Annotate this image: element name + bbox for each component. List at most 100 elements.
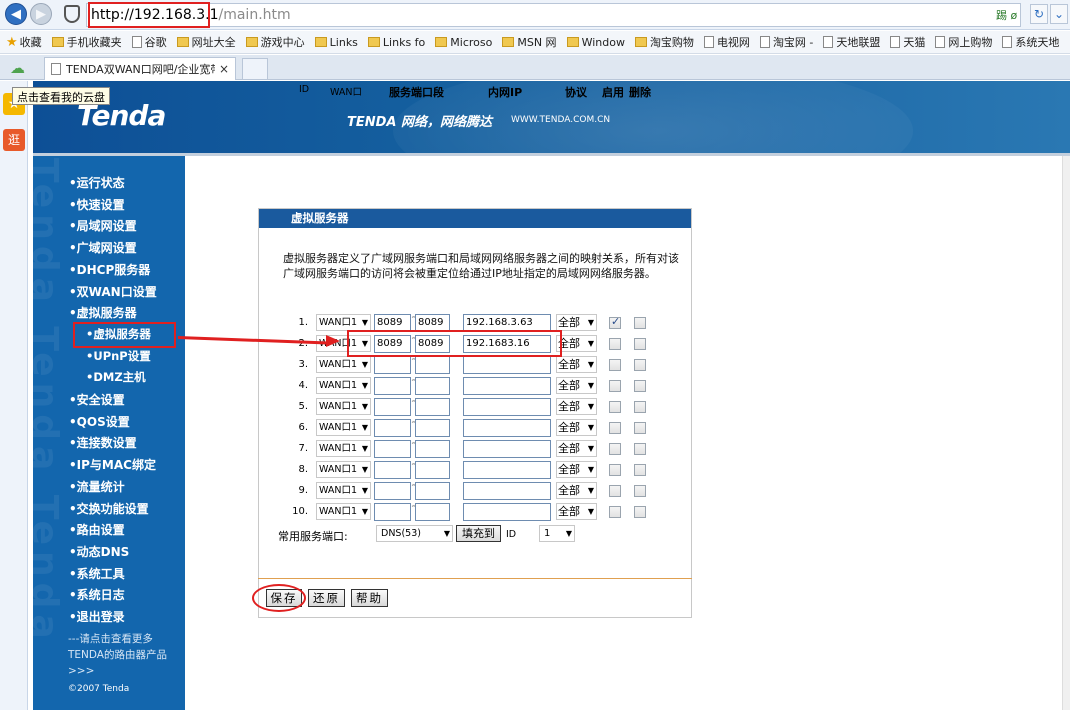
menu-item[interactable]: •交换功能设置: [69, 500, 149, 517]
bookmark-item[interactable]: Links fo: [367, 36, 425, 49]
delete-checkbox[interactable]: [634, 338, 646, 350]
protocol-select[interactable]: 全部 ▼: [556, 482, 597, 499]
delete-checkbox[interactable]: [634, 506, 646, 518]
scrollbar-track[interactable]: [1062, 156, 1070, 710]
menu-item[interactable]: •系统日志: [69, 586, 125, 603]
wan-select[interactable]: WAN口1 ▼: [316, 482, 371, 499]
wan-select[interactable]: WAN口1 ▼: [316, 314, 371, 331]
lan-ip-input[interactable]: [463, 377, 551, 395]
refresh-icon[interactable]: ↻: [1030, 4, 1048, 24]
bookmark-item[interactable]: 电视网: [703, 34, 750, 50]
menu-item[interactable]: •动态DNS: [69, 543, 129, 560]
enable-checkbox[interactable]: [609, 380, 621, 392]
lan-ip-input[interactable]: [463, 356, 551, 374]
wan-select[interactable]: WAN口1 ▼: [316, 503, 371, 520]
enable-checkbox[interactable]: [609, 315, 621, 329]
port-start-input[interactable]: [374, 440, 411, 458]
restore-button[interactable]: 还原: [308, 589, 345, 607]
enable-checkbox[interactable]: [609, 422, 621, 434]
wan-select[interactable]: WAN口1 ▼: [316, 356, 371, 373]
protocol-select[interactable]: 全部 ▼: [556, 419, 597, 436]
menu-item[interactable]: •虚拟服务器: [69, 304, 137, 321]
enable-checkbox[interactable]: [609, 338, 621, 350]
delete-checkbox[interactable]: [634, 317, 646, 329]
delete-checkbox[interactable]: [634, 422, 646, 434]
port-end-input[interactable]: [415, 440, 450, 458]
port-end-input[interactable]: [415, 461, 450, 479]
lan-ip-input[interactable]: [463, 419, 551, 437]
port-start-input[interactable]: [374, 503, 411, 521]
bookmark-item[interactable]: 谷歌: [131, 34, 167, 50]
bookmark-item[interactable]: ★ 收藏: [6, 34, 42, 50]
back-icon[interactable]: ◀: [5, 3, 27, 25]
port-start-input[interactable]: [374, 482, 411, 500]
port-end-input[interactable]: [415, 419, 450, 437]
new-tab-button[interactable]: [242, 58, 268, 79]
menu-item[interactable]: •系统工具: [69, 565, 125, 582]
security-shield-icon[interactable]: [64, 5, 80, 23]
bookmark-item[interactable]: 系统天地: [1002, 34, 1059, 50]
bookmark-item[interactable]: 淘宝购物: [634, 34, 694, 50]
shopping-bag-icon[interactable]: 逛: [3, 129, 25, 151]
menu-item[interactable]: •连接数设置: [69, 434, 137, 451]
menu-item[interactable]: •局域网设置: [69, 217, 137, 234]
delete-checkbox[interactable]: [634, 443, 646, 455]
bookmark-item[interactable]: Microso: [435, 36, 492, 49]
port-end-input[interactable]: [415, 482, 450, 500]
address-bar[interactable]: http://192.168.3.1/main.htm: [86, 3, 1021, 27]
port-start-input[interactable]: [374, 356, 411, 374]
bookmark-item[interactable]: 淘宝网 -: [759, 34, 813, 50]
cloud-icon[interactable]: ☁: [10, 59, 25, 77]
protocol-select[interactable]: 全部 ▼: [556, 335, 597, 352]
enable-checkbox[interactable]: [609, 485, 621, 497]
enable-checkbox[interactable]: [609, 359, 621, 371]
port-start-input[interactable]: [374, 419, 411, 437]
port-start-input[interactable]: [374, 398, 411, 416]
menu-item[interactable]: •快速设置: [69, 196, 125, 213]
tab-router[interactable]: TENDA双WAN口网吧/企业宽带 ×: [44, 57, 236, 80]
forward-icon[interactable]: ▶: [30, 3, 52, 25]
wan-select[interactable]: WAN口1 ▼: [316, 461, 371, 478]
menu-subitem[interactable]: •UPnP设置: [86, 348, 151, 364]
enable-checkbox[interactable]: [609, 506, 621, 518]
enable-checkbox[interactable]: [609, 443, 621, 455]
menu-item[interactable]: •DHCP服务器: [69, 261, 150, 278]
lan-ip-input[interactable]: [463, 440, 551, 458]
dropdown-icon[interactable]: ⌄: [1050, 4, 1068, 24]
wan-select[interactable]: WAN口1 ▼: [316, 377, 371, 394]
lan-ip-input[interactable]: [463, 482, 551, 500]
wan-select[interactable]: WAN口1 ▼: [316, 398, 371, 415]
port-start-input[interactable]: [374, 377, 411, 395]
bookmark-item[interactable]: Window: [566, 36, 625, 49]
close-tab-icon[interactable]: ×: [219, 62, 229, 76]
fill-id-select[interactable]: 1 ▼: [539, 525, 575, 542]
port-end-input[interactable]: [415, 398, 450, 416]
wan-select[interactable]: WAN口1 ▼: [316, 419, 371, 436]
menu-item[interactable]: •IP与MAC绑定: [69, 456, 156, 473]
enable-checkbox[interactable]: [609, 464, 621, 476]
fill-button[interactable]: 填充到: [456, 525, 501, 542]
delete-checkbox[interactable]: [634, 359, 646, 371]
port-end-input[interactable]: [415, 377, 450, 395]
menu-item[interactable]: •路由设置: [69, 521, 125, 538]
menu-item[interactable]: •QOS设置: [69, 413, 130, 430]
common-port-select[interactable]: DNS(53) ▼: [376, 525, 453, 542]
lan-ip-input[interactable]: [463, 398, 551, 416]
bookmark-item[interactable]: MSN 网: [502, 34, 557, 50]
menu-item[interactable]: •双WAN口设置: [69, 283, 157, 300]
delete-checkbox[interactable]: [634, 401, 646, 413]
bookmark-item[interactable]: 游戏中心: [245, 34, 305, 50]
protocol-select[interactable]: 全部 ▼: [556, 314, 597, 331]
protocol-select[interactable]: 全部 ▼: [556, 398, 597, 415]
addr-extension-icons[interactable]: 踢 ø: [996, 7, 1017, 23]
lan-ip-input[interactable]: [463, 503, 551, 521]
delete-checkbox[interactable]: [634, 380, 646, 392]
protocol-select[interactable]: 全部 ▼: [556, 377, 597, 394]
port-end-input[interactable]: [415, 503, 450, 521]
delete-checkbox[interactable]: [634, 464, 646, 476]
bookmark-item[interactable]: 网址大全: [176, 34, 236, 50]
bookmark-item[interactable]: 网上购物: [935, 34, 992, 50]
menu-item[interactable]: •退出登录: [69, 608, 125, 625]
delete-checkbox[interactable]: [634, 485, 646, 497]
bookmark-item[interactable]: 天地联盟: [823, 34, 880, 50]
